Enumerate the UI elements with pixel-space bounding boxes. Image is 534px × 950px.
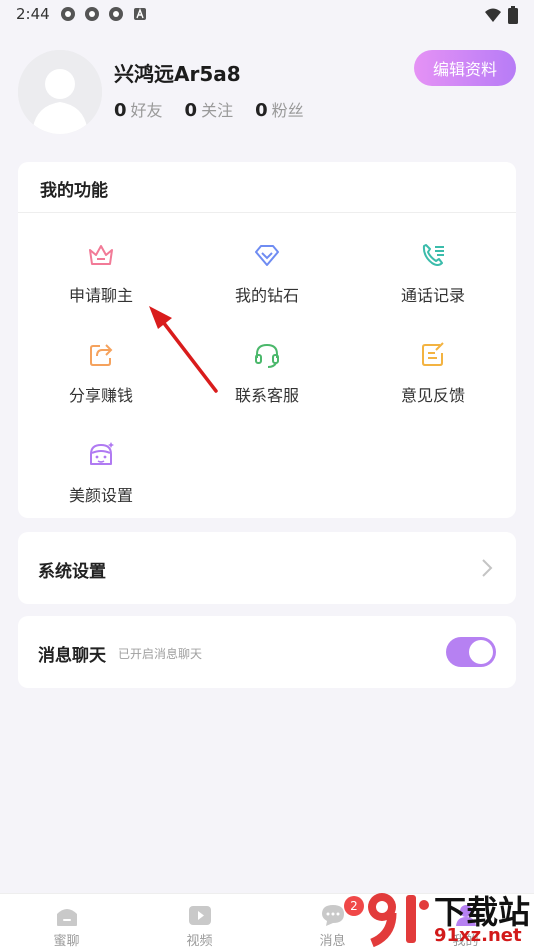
function-feedback[interactable]: 意见反馈 [350,340,516,406]
function-contact-support[interactable]: 联系客服 [184,340,350,406]
toggle-knob [469,640,493,664]
chevron-right-icon [482,559,493,577]
stat-count: 0 [114,100,127,121]
function-apply-host[interactable]: 申请聊主 [18,240,184,306]
notification-app-icon [109,7,123,21]
function-label: 我的钻石 [234,286,299,305]
beauty-face-icon [90,442,114,465]
watermark-logo-icon [368,893,429,948]
section-title: 我的功能 [40,181,108,201]
message-chat-toggle[interactable] [446,637,496,667]
stat-following[interactable]: 0 关注 [185,97,234,121]
function-my-diamonds[interactable]: 我的钻石 [184,240,350,306]
notification-app-icon [61,7,75,21]
username: 兴鸿远Ar5a8 [114,62,241,86]
system-settings-label: 系统设置 [38,562,106,582]
watermark-url: 91xz.net [434,925,522,946]
stat-count: 0 [255,100,268,121]
crown-icon [89,245,113,265]
status-time: 2:44 [16,5,50,23]
video-icon [188,906,211,925]
watermark: 下载站 91xz.net [362,885,534,950]
function-call-log[interactable]: 通话记录 [350,240,516,306]
function-label: 联系客服 [234,386,299,405]
stat-friends[interactable]: 0 好友 [114,97,163,121]
function-label: 意见反馈 [400,386,465,405]
my-functions-card: 我的功能 申请聊主 我的钻石 通话记录 分享赚钱 联系客服 意见反馈 美颜设置 [18,162,516,518]
function-label: 分享赚钱 [68,386,133,405]
unread-badge: 2 [344,896,364,916]
message-chat-row: 消息聊天 已开启消息聊天 [18,616,516,688]
diamond-icon [255,245,279,266]
divider [18,212,516,213]
battery-icon [508,6,518,24]
nav-item-video[interactable]: 视频 [133,894,266,950]
message-chat-status: 已开启消息聊天 [118,647,203,661]
chat-icon [321,905,344,926]
default-avatar-icon [18,50,102,134]
home-icon [56,909,77,926]
function-label: 申请聊主 [68,286,133,305]
nav-label: 蜜聊 [53,934,80,949]
nav-item-home[interactable]: 蜜聊 [0,894,133,950]
stat-count: 0 [184,100,198,121]
system-settings-row[interactable]: 系统设置 [18,532,516,604]
message-chat-label: 消息聊天 [38,646,106,666]
notification-icons [60,6,148,22]
function-beauty-settings[interactable]: 美颜设置 [18,440,184,506]
status-bar: 2:44 [0,0,534,30]
function-share-earn[interactable]: 分享赚钱 [18,340,184,406]
notification-a-icon [134,8,146,20]
wifi-icon [485,8,501,22]
function-label: 通话记录 [400,286,465,305]
edit-profile-button[interactable]: 编辑资料 [414,50,516,86]
headset-icon [255,343,279,368]
nav-label: 视频 [186,934,213,949]
phone-log-icon [422,244,444,266]
profile-stats: 0 好友 0 关注 0 粉丝 [114,97,304,121]
feedback-icon [422,342,444,366]
function-label: 美颜设置 [68,486,133,505]
stat-fans[interactable]: 0 粉丝 [255,97,304,121]
stat-label: 好友 [130,101,163,120]
avatar[interactable] [18,50,102,134]
stat-label: 粉丝 [271,101,304,120]
share-icon [90,344,113,366]
notification-app-icon [85,7,99,21]
stat-label: 关注 [201,101,234,120]
